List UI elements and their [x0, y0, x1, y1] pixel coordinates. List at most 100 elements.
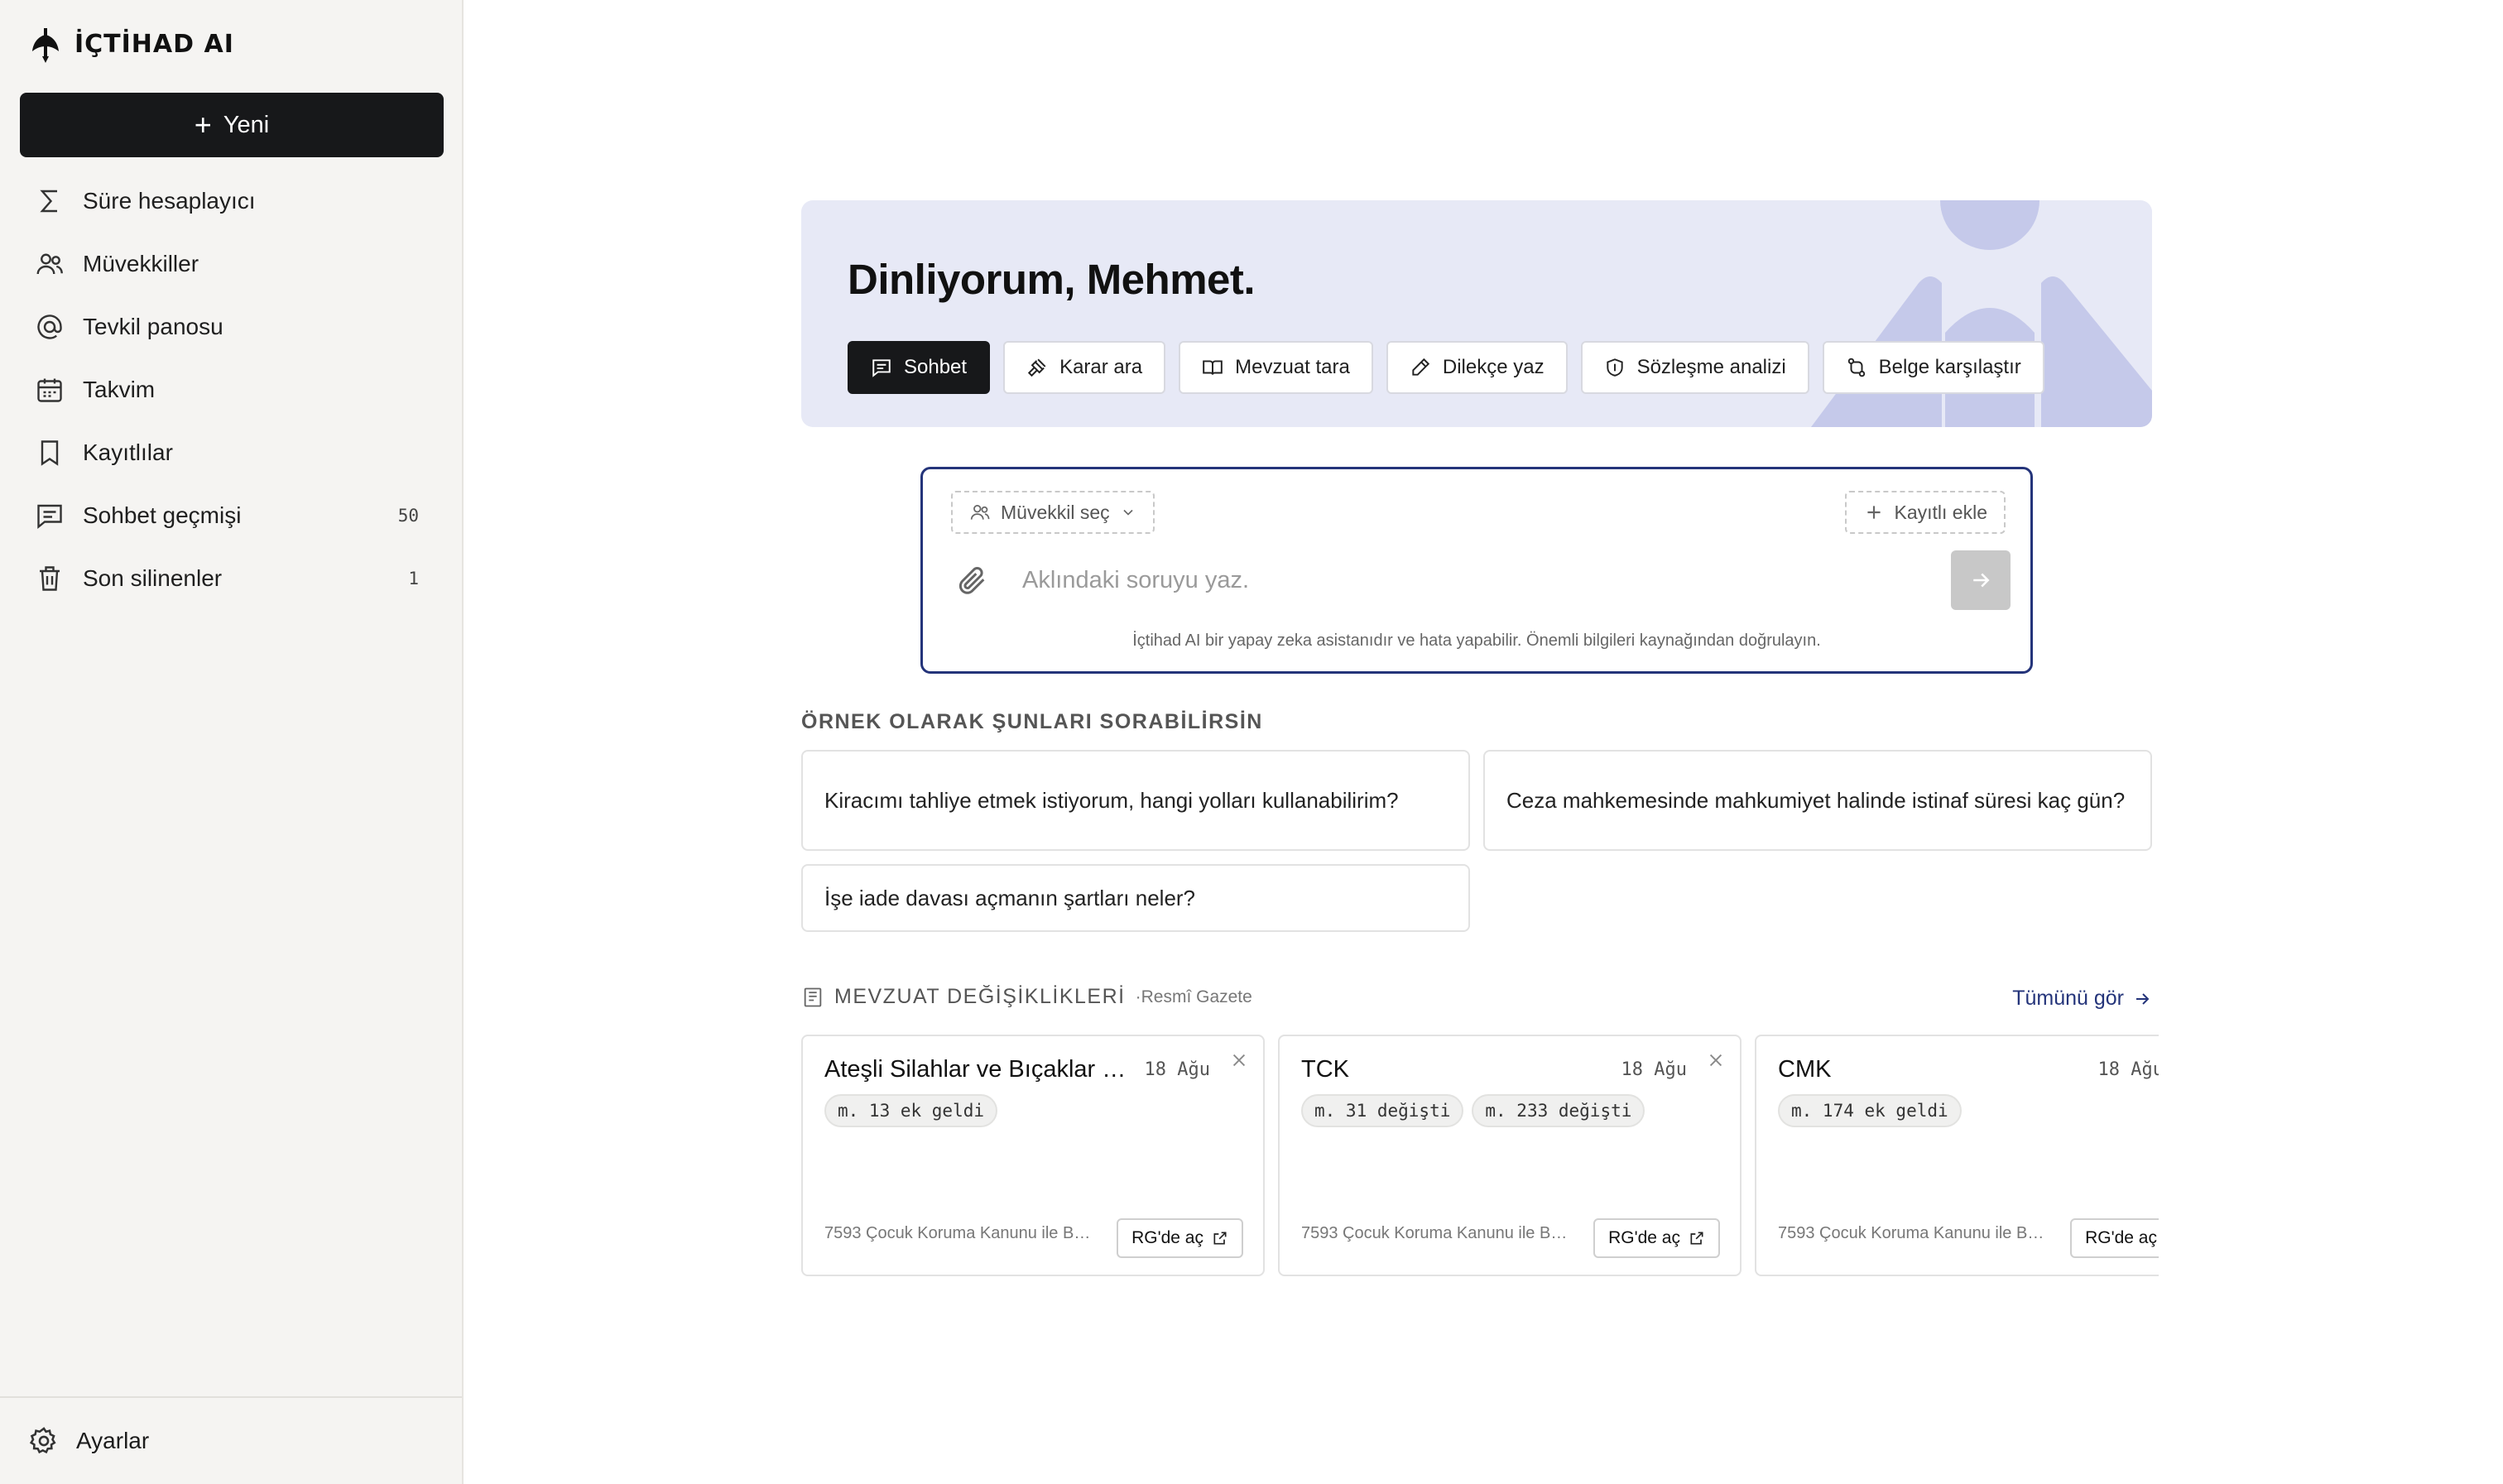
legislation-card[interactable]: Ateşli Silahlar ve Bıçaklar ile Diğer Al… [801, 1035, 1265, 1276]
sidebar-item-kayitlilar[interactable]: Kayıtlılar [20, 421, 444, 484]
sidebar-item-label: Müvekkiller [83, 251, 199, 276]
close-icon[interactable] [1230, 1051, 1248, 1069]
tab-label: Karar ara [1059, 356, 1143, 378]
compare-icon [1847, 358, 1865, 377]
external-link-icon [1690, 1232, 1703, 1245]
send-button[interactable] [1951, 550, 2011, 610]
sidebar-item-label: Takvim [83, 377, 156, 402]
hero-banner: Dinliyorum, Mehmet. Sohbet Karar ara Mev… [801, 200, 2152, 427]
tab-label: Dilekçe yaz [1442, 356, 1545, 378]
users-icon [970, 505, 990, 520]
tab-label: Sohbet [904, 356, 968, 378]
close-icon[interactable] [1707, 1051, 1725, 1069]
sidebar-item-label: Son silinenler [83, 565, 223, 591]
prompt-input[interactable] [1022, 559, 1850, 602]
example-prompt[interactable]: İşe iade davası açmanın şartları neler? [801, 864, 1470, 932]
client-select-chip[interactable]: Müvekkil seç [951, 491, 1155, 534]
sidebar-item-sure-hesaplayici[interactable]: Süre hesaplayıcı [20, 170, 444, 233]
tab-sozlesme-analizi[interactable]: Sözleşme analizi [1580, 341, 1809, 394]
sidebar: İÇTİHAD AI + Yeni Süre hesaplayıcı Müvek… [0, 0, 464, 1484]
page-title: Dinliyorum, Mehmet. [848, 256, 1256, 303]
plus-icon: + [194, 108, 212, 142]
chevron-down-icon [1123, 509, 1133, 516]
client-select-label: Müvekkil seç [1001, 501, 1110, 523]
sidebar-item-label: Süre hesaplayıcı [83, 188, 256, 214]
sidebar-item-tevkil-panosu[interactable]: Tevkil panosu [20, 295, 444, 358]
open-in-rg-button[interactable]: RG'de aç [1117, 1218, 1243, 1258]
tab-label: Mevzuat tara [1235, 356, 1350, 378]
open-in-rg-button[interactable]: RG'de aç [2070, 1218, 2159, 1258]
card-title: Ateşli Silahlar ve Bıçaklar ile Diğer Al… [824, 1056, 1131, 1083]
gavel-icon [1027, 358, 1046, 377]
message-square-icon [37, 504, 62, 529]
example-prompt[interactable]: Kiracımı tahliye etmek istiyorum, hangi … [801, 750, 1470, 851]
users-icon [36, 253, 63, 275]
sidebar-item-count: 1 [408, 569, 419, 588]
ai-disclaimer: İçtihad AI bir yapay zeka asistanıdır ve… [1132, 632, 1821, 650]
open-in-rg-label: RG'de aç [1131, 1228, 1203, 1247]
see-all-label: Tümünü gör [2012, 987, 2124, 1010]
tab-belge-karsilastir[interactable]: Belge karşılaştır [1822, 341, 2044, 394]
sidebar-item-son-silinenler[interactable]: Son silinenler 1 [20, 547, 444, 610]
example-prompt-text: Ceza mahkemesinde mahkumiyet halinde ist… [1506, 787, 2126, 813]
arrow-right-icon [1973, 573, 1990, 588]
card-source: 7593 Çocuk Koruma Kanunu ile Bazı Kanunl… [1778, 1224, 2051, 1242]
see-all-link[interactable]: Tümünü gör [2012, 987, 2152, 1011]
change-tag: m. 174 ek geldi [1778, 1094, 1962, 1127]
brand-mark-icon [32, 28, 59, 63]
card-source: 7593 Çocuk Koruma Kanunu ile Bazı Kanunl… [824, 1224, 1098, 1242]
change-tag: m. 233 değişti [1472, 1094, 1645, 1127]
brand-name: İÇTİHAD AI [74, 29, 234, 59]
examples-title: ÖRNEK OLARAK ŞUNLARI SORABİLİRSİN [801, 710, 1263, 733]
legislation-card[interactable]: TCK 18 Ağu m. 31 değişti m. 233 değişti … [1278, 1035, 1742, 1276]
sidebar-item-sohbet-gecmisi[interactable]: Sohbet geçmişi 50 [20, 484, 444, 547]
shield-icon [1606, 358, 1623, 377]
sidebar-item-takvim[interactable]: Takvim [20, 358, 444, 421]
card-source: 7593 Çocuk Koruma Kanunu ile Bazı Kanunl… [1301, 1224, 1574, 1242]
at-icon [37, 315, 62, 339]
legislation-cards[interactable]: Ateşli Silahlar ve Bıçaklar ile Diğer Al… [801, 1035, 2159, 1278]
example-prompt-text: Kiracımı tahliye etmek istiyorum, hangi … [824, 787, 1399, 813]
settings-label: Ayarlar [76, 1428, 150, 1453]
trash-icon [40, 566, 60, 591]
tab-label: Sözleşme analizi [1636, 356, 1786, 378]
tab-dilekce-yaz[interactable]: Dilekçe yaz [1386, 341, 1568, 394]
tab-label: Belge karşılaştır [1878, 356, 2021, 378]
mode-tabs: Sohbet Karar ara Mevzuat tara Dilekçe ya… [848, 341, 2044, 394]
card-title: CMK [1778, 1056, 1832, 1083]
new-chat-label: Yeni [223, 111, 270, 138]
tab-karar-ara[interactable]: Karar ara [1003, 341, 1166, 394]
calendar-icon [37, 378, 62, 402]
card-date: 18 Ağu [2097, 1059, 2159, 1080]
tab-mevzuat-tara[interactable]: Mevzuat tara [1179, 341, 1373, 394]
card-date: 18 Ağu [1621, 1059, 1687, 1080]
open-in-rg-button[interactable]: RG'de aç [1593, 1218, 1720, 1258]
gear-icon [29, 1427, 56, 1454]
chat-composer: Müvekkil seç Kayıtlı ekle İçtihad AI bir… [920, 467, 2033, 674]
message-icon [872, 359, 891, 377]
open-in-rg-label: RG'de aç [1608, 1228, 1680, 1247]
tab-sohbet[interactable]: Sohbet [848, 341, 991, 394]
sidebar-nav: Süre hesaplayıcı Müvekkiller Tevkil pano… [20, 170, 444, 610]
bookmark-icon [41, 440, 59, 466]
settings-button[interactable]: Ayarlar [0, 1396, 462, 1484]
sidebar-item-muvekkiller[interactable]: Müvekkiller [20, 233, 444, 295]
sigma-icon [40, 190, 57, 213]
open-in-rg-label: RG'de aç [2085, 1228, 2157, 1247]
example-prompt[interactable]: Ceza mahkemesinde mahkumiyet halinde ist… [1483, 750, 2152, 851]
paperclip-icon[interactable] [956, 564, 989, 597]
add-saved-chip[interactable]: Kayıtlı ekle [1844, 491, 2006, 534]
pen-icon [1412, 358, 1429, 376]
sidebar-item-label: Tevkil panosu [83, 314, 223, 339]
legislation-card[interactable]: CMK 18 Ağu m. 174 ek geldi 7593 Çocuk Ko… [1755, 1035, 2159, 1276]
legislation-title: MEVZUAT DEĞİŞİKLİKLERİ [834, 985, 1126, 1008]
brand-logo[interactable]: İÇTİHAD AI [28, 25, 234, 63]
legislation-source: ·Resmî Gazete [1135, 987, 1252, 1006]
sidebar-item-count: 50 [397, 506, 419, 526]
arrow-right-icon [2136, 992, 2150, 1005]
card-tags: m. 13 ek geldi [824, 1094, 998, 1127]
new-chat-button[interactable]: + Yeni [20, 93, 444, 157]
sidebar-item-label: Kayıtlılar [83, 439, 173, 465]
card-tags: m. 31 değişti m. 233 değişti [1301, 1094, 1645, 1127]
add-saved-label: Kayıtlı ekle [1894, 501, 1988, 523]
